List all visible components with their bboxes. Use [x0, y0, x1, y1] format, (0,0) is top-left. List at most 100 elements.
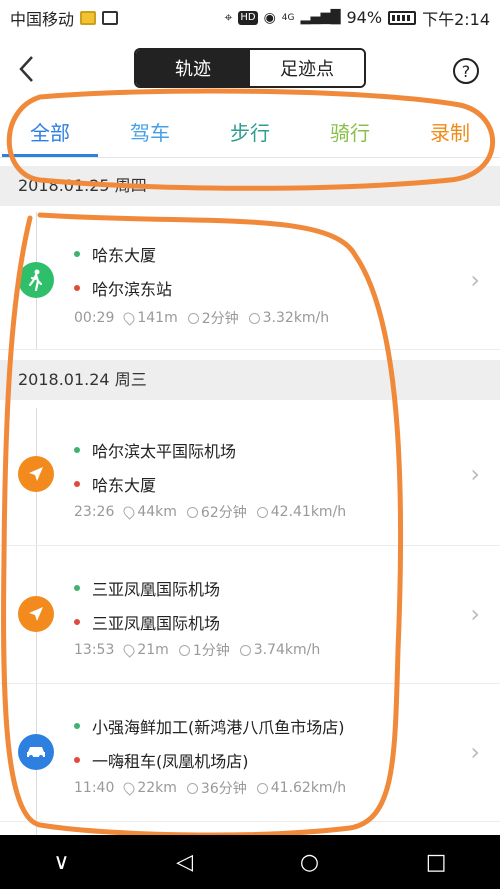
- trip-end-label: 三亚凤凰国际机场: [92, 614, 221, 633]
- date-header: 2018.01.24 周三: [0, 360, 500, 400]
- walk-icon: [18, 262, 54, 298]
- trip-time: 23:26: [74, 504, 115, 520]
- clock-icon: [178, 644, 190, 656]
- trip-duration: 2分钟: [187, 308, 239, 328]
- location-pin-icon: [121, 642, 138, 658]
- trip-start-label: 小强海鲜加工(新鸿港八爪鱼市场店): [92, 718, 345, 737]
- date-header: 2018.01.25 周四: [0, 166, 500, 206]
- trip-duration: 36分钟: [186, 778, 247, 798]
- trip-duration-value: 2分钟: [201, 311, 239, 327]
- speed-icon: [256, 782, 268, 794]
- trip-end: 哈东大厦: [74, 472, 156, 496]
- trip-start-label: 哈尔滨太平国际机场: [92, 442, 237, 461]
- trip-speed-value: 42.41km/h: [270, 504, 347, 520]
- trip-speed: 42.41km/h: [256, 504, 347, 520]
- tab-walk[interactable]: 步行: [200, 110, 300, 157]
- trip-start: 三亚凤凰国际机场: [74, 576, 220, 600]
- view-segmented-control: 轨迹 足迹点: [134, 48, 366, 88]
- speed-icon: [248, 312, 260, 324]
- trip-meta: 23:26 44km 62分钟 42.41km/h: [74, 502, 346, 522]
- start-dot-icon: [74, 251, 80, 257]
- trip-end: 一嗨租车(凤凰机场店): [74, 748, 249, 772]
- help-icon[interactable]: ?: [453, 58, 479, 84]
- trip-end: 三亚凤凰国际机场: [74, 610, 220, 634]
- trip-start: 小强海鲜加工(新鸿港八爪鱼市场店): [74, 714, 345, 738]
- trip-distance: 44km: [121, 504, 177, 520]
- nav-back-icon[interactable]: ◁: [176, 850, 193, 875]
- trip-end-label: 哈尔滨东站: [92, 280, 173, 299]
- trip-meta: 00:29 141m 2分钟 3.32km/h: [74, 308, 329, 328]
- trip-duration: 62分钟: [186, 502, 247, 522]
- trip-duration: 1分钟: [178, 640, 230, 660]
- flight-icon: [18, 456, 54, 492]
- trip-meta: 11:40 22km 36分钟 41.62km/h: [74, 778, 346, 798]
- chevron-right-icon: ›: [470, 460, 480, 488]
- carrier-label: 中国移动: [10, 9, 75, 29]
- trip-distance-value: 44km: [137, 504, 177, 520]
- header: 轨迹 足迹点 ?: [0, 35, 500, 105]
- trip-item[interactable]: 小强海鲜加工(新鸿港八爪鱼市场店) 一嗨租车(凤凰机场店) 11:40 22km…: [0, 684, 500, 822]
- clock-icon: [187, 312, 199, 324]
- signal-icon: ▂▄▆█: [300, 10, 341, 25]
- tab-all[interactable]: 全部: [0, 110, 100, 157]
- trip-item[interactable]: 哈东大厦 哈尔滨东站 00:29 141m 2分钟 3.32km/h ›: [0, 212, 500, 350]
- trip-distance: 22km: [121, 780, 177, 796]
- trip-start: 哈尔滨太平国际机场: [74, 438, 236, 462]
- segment-footprint[interactable]: 足迹点: [250, 50, 364, 86]
- trip-speed-value: 41.62km/h: [270, 780, 347, 796]
- clock: 下午2:14: [422, 9, 490, 29]
- trip-end-label: 哈东大厦: [92, 476, 157, 495]
- category-tabs: 全部 驾车 步行 骑行 录制: [0, 110, 500, 158]
- status-bar: 中国移动 ⌖ HD ◉ 4G ▂▄▆█ 94% 下午2:14: [0, 0, 500, 35]
- battery-icon: [388, 10, 417, 25]
- trip-speed-value: 3.32km/h: [262, 310, 330, 326]
- chevron-right-icon: ›: [470, 600, 480, 628]
- clock-icon: [186, 506, 198, 518]
- trip-distance-value: 141m: [137, 310, 178, 326]
- trip-speed-value: 3.74km/h: [253, 642, 321, 658]
- trip-meta: 13:53 21m 1分钟 3.74km/h: [74, 640, 320, 660]
- car-icon: [18, 734, 54, 770]
- battery-label: 94%: [346, 8, 383, 27]
- speed-icon: [256, 506, 268, 518]
- trip-item[interactable]: 三亚凤凰国际机场 三亚凤凰国际机场 13:53 21m 1分钟 3.74km/h…: [0, 546, 500, 684]
- status-left: 中国移动: [10, 6, 119, 30]
- nav-collapse-icon[interactable]: ∨: [53, 850, 69, 875]
- clock-icon: [186, 782, 198, 794]
- notification-icon: [80, 10, 97, 25]
- start-dot-icon: [74, 723, 80, 729]
- trip-end-label: 一嗨租车(凤凰机场店): [92, 752, 249, 771]
- trip-duration-value: 62分钟: [200, 505, 247, 521]
- tab-ride[interactable]: 骑行: [300, 110, 400, 157]
- trip-distance: 141m: [121, 310, 178, 326]
- end-dot-icon: [74, 481, 80, 487]
- end-dot-icon: [74, 619, 80, 625]
- trip-time: 00:29: [74, 310, 115, 326]
- trip-end: 哈尔滨东站: [74, 276, 172, 300]
- tab-record[interactable]: 录制: [400, 110, 500, 157]
- start-dot-icon: [74, 585, 80, 591]
- back-chevron-icon[interactable]: [18, 55, 34, 89]
- trip-item[interactable]: 哈尔滨太平国际机场 哈东大厦 23:26 44km 62分钟 42.41km/h…: [0, 408, 500, 546]
- location-icon: ⌖: [224, 9, 233, 26]
- location-pin-icon: [121, 504, 138, 520]
- start-dot-icon: [74, 447, 80, 453]
- speed-icon: [239, 644, 251, 656]
- trip-duration-value: 1分钟: [192, 643, 230, 659]
- hd-badge: HD: [238, 10, 258, 25]
- trip-duration-value: 36分钟: [200, 781, 247, 797]
- tab-drive[interactable]: 驾车: [100, 110, 200, 157]
- location-pin-icon: [121, 310, 138, 326]
- trip-distance: 21m: [121, 642, 169, 658]
- status-right: ⌖ HD ◉ 4G ▂▄▆█ 94% 下午2:14: [224, 6, 490, 30]
- nav-recents-icon[interactable]: □: [426, 850, 447, 875]
- flight-icon: [18, 596, 54, 632]
- nav-home-icon[interactable]: ○: [300, 850, 319, 875]
- trip-speed: 3.74km/h: [239, 642, 321, 658]
- eye-icon: ◉: [263, 9, 276, 26]
- segment-track[interactable]: 轨迹: [136, 50, 250, 86]
- end-dot-icon: [74, 757, 80, 763]
- chevron-right-icon: ›: [470, 738, 480, 766]
- end-dot-icon: [74, 285, 80, 291]
- trip-distance-value: 22km: [137, 780, 177, 796]
